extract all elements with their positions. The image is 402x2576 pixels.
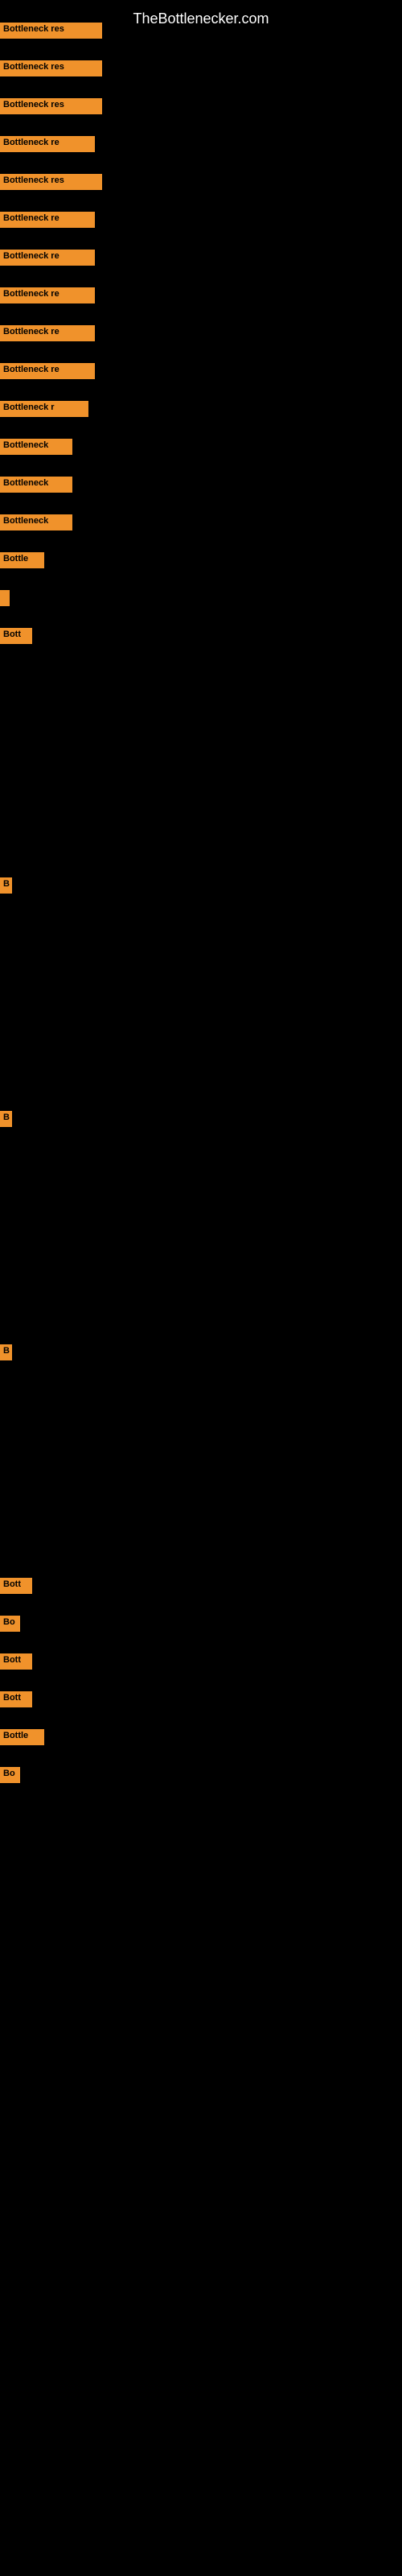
bottleneck-label-22: Bo xyxy=(0,1616,20,1632)
bottleneck-label-9: Bottleneck re xyxy=(0,325,95,341)
bottleneck-label-11: Bottleneck r xyxy=(0,401,88,417)
bottleneck-label-1: Bottleneck res xyxy=(0,23,102,39)
bottleneck-label-12: Bottleneck xyxy=(0,439,72,455)
bottleneck-label-10: Bottleneck re xyxy=(0,363,95,379)
bottleneck-label-6: Bottleneck re xyxy=(0,212,95,228)
bottleneck-label-18: B xyxy=(0,877,12,894)
bottleneck-label-3: Bottleneck res xyxy=(0,98,102,114)
bottleneck-label-19: B xyxy=(0,1111,12,1127)
bottleneck-label-24: Bott xyxy=(0,1691,32,1707)
bottleneck-label-15: Bottle xyxy=(0,552,44,568)
bottleneck-label-26: Bo xyxy=(0,1767,20,1783)
bottleneck-label-21: Bott xyxy=(0,1578,32,1594)
bottleneck-label-17: Bott xyxy=(0,628,32,644)
bottleneck-label-16 xyxy=(0,590,10,606)
bottleneck-label-25: Bottle xyxy=(0,1729,44,1745)
bottleneck-label-5: Bottleneck res xyxy=(0,174,102,190)
bottleneck-label-20: B xyxy=(0,1344,12,1360)
bottleneck-label-23: Bott xyxy=(0,1653,32,1670)
bottleneck-label-7: Bottleneck re xyxy=(0,250,95,266)
bottleneck-label-13: Bottleneck xyxy=(0,477,72,493)
bottleneck-label-14: Bottleneck xyxy=(0,514,72,530)
bottleneck-label-2: Bottleneck res xyxy=(0,60,102,76)
bottleneck-label-4: Bottleneck re xyxy=(0,136,95,152)
bottleneck-label-8: Bottleneck re xyxy=(0,287,95,303)
